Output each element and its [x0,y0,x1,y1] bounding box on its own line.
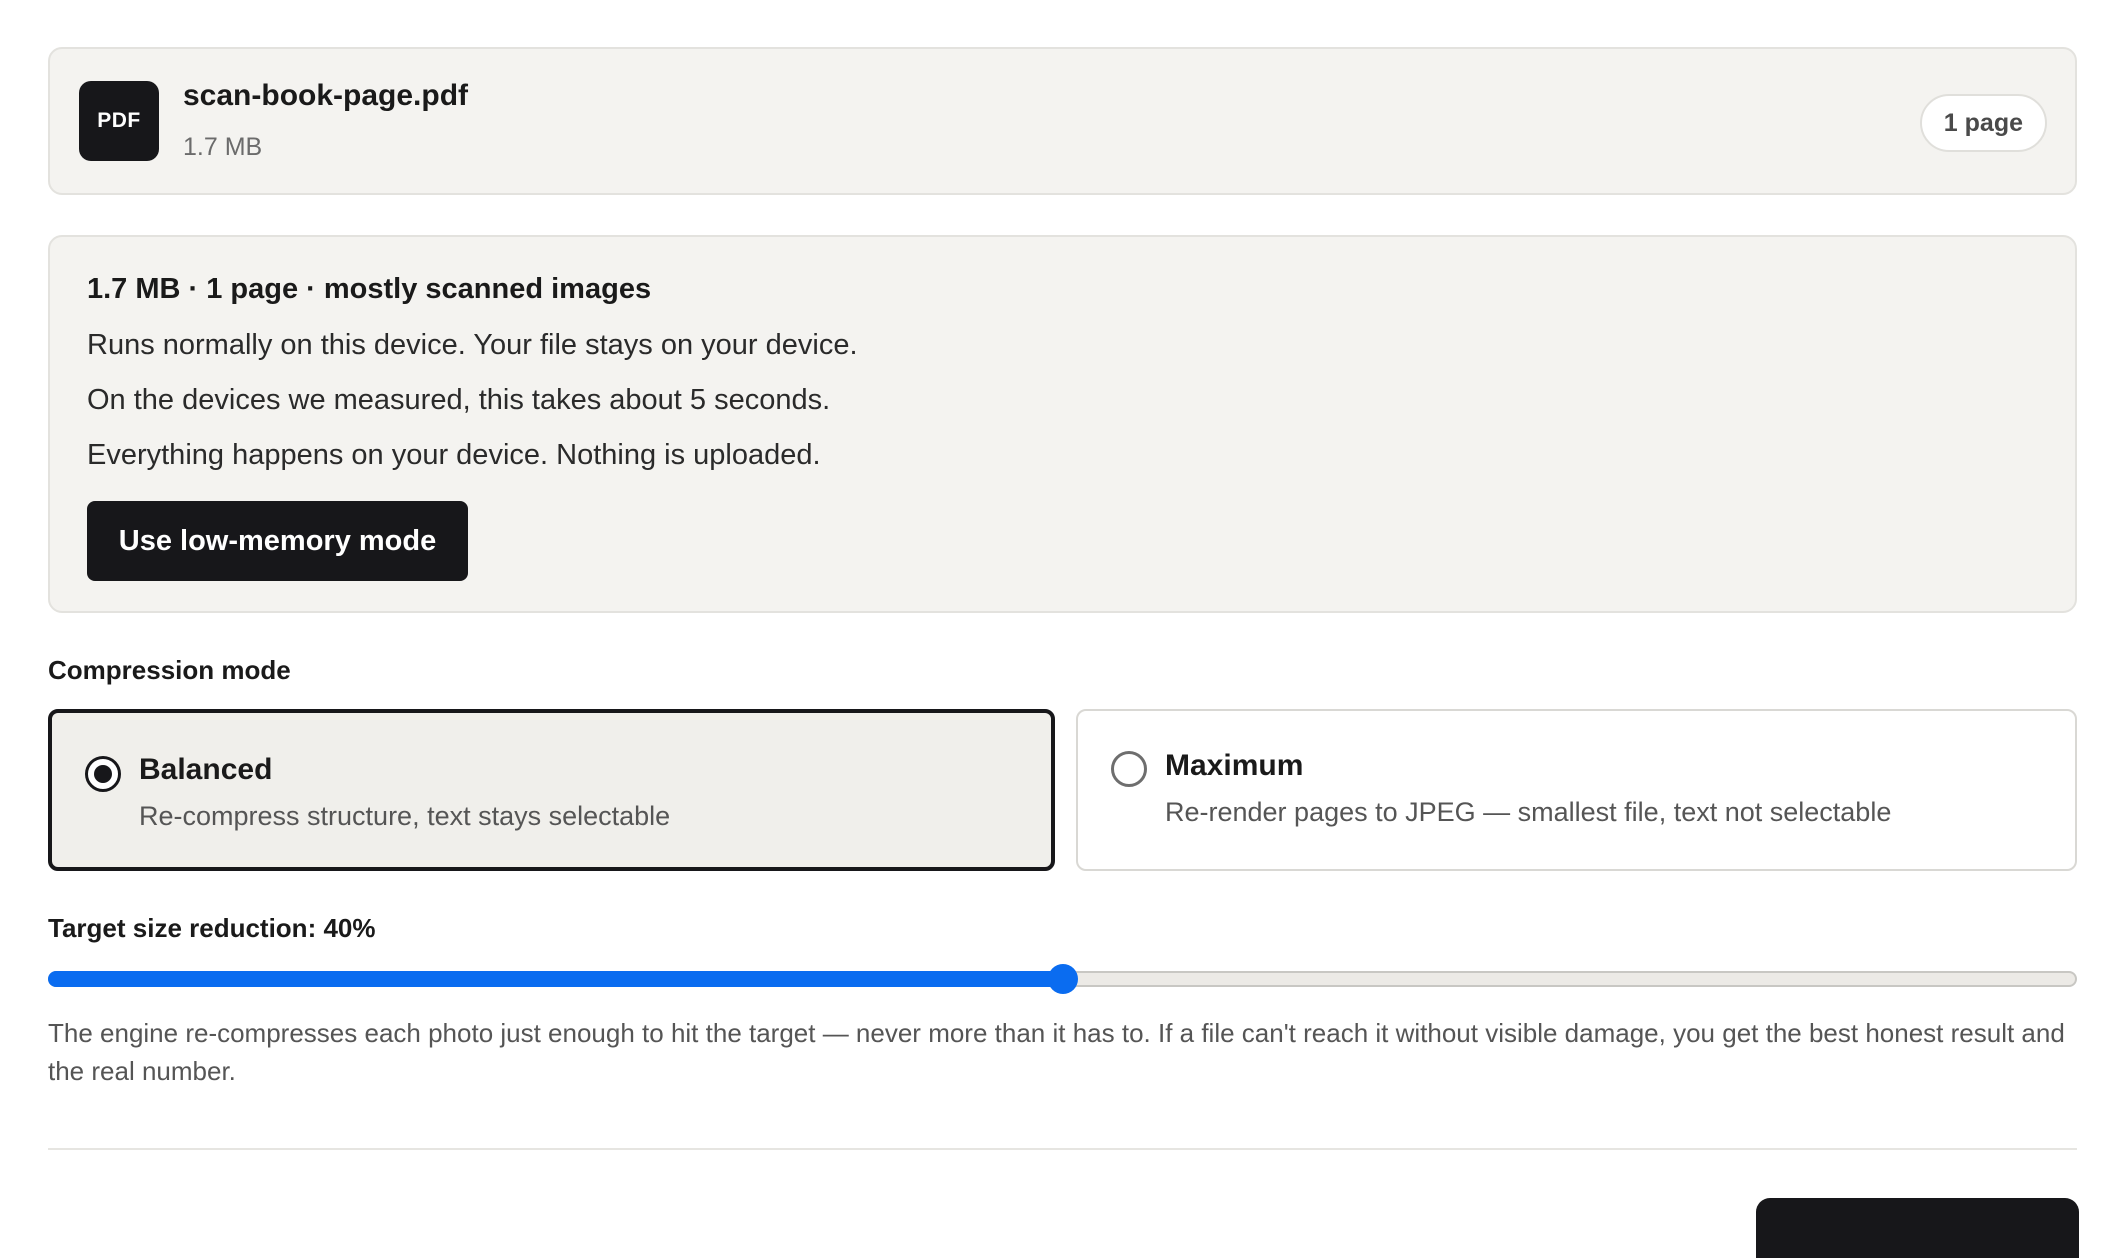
pdf-file-icon: PDF [79,81,159,161]
time-estimate-text: On the devices we measured, this takes a… [87,384,831,416]
compression-mode-label: Compression mode [48,655,291,685]
divider [48,1148,2077,1150]
mode-option-title: Maximum [1165,749,1304,782]
page-count-badge: 1 page [1919,94,2047,152]
mode-option-balanced[interactable]: Balanced Re-compress structure, text sta… [48,709,1055,871]
file-size: 1.7 MB [183,133,263,161]
slider-thumb[interactable] [1047,964,1078,994]
radio-selected-icon[interactable] [85,756,121,792]
mode-option-description: Re-render pages to JPEG — smallest file,… [1165,797,1892,827]
primary-action-button[interactable] [1756,1198,2079,1258]
analysis-card: 1.7 MB · 1 page · mostly scanned images … [48,235,2077,613]
slider-fill [48,971,1063,987]
mode-option-title: Balanced [139,753,273,786]
target-reduction-label: Target size reduction: 40% [48,913,376,943]
radio-unselected-icon[interactable] [1111,751,1147,787]
mode-option-maximum[interactable]: Maximum Re-render pages to JPEG — smalle… [1076,709,2077,871]
analysis-summary: 1.7 MB · 1 page · mostly scanned images [87,273,652,305]
target-reduction-slider[interactable] [48,964,2077,994]
mode-option-description: Re-compress structure, text stays select… [139,801,671,831]
device-status-text: Runs normally on this device. Your file … [87,329,858,361]
target-explanation: The engine re-compresses each photo just… [48,1018,2065,1086]
file-name: scan-book-page.pdf [183,79,469,112]
privacy-note-text: Everything happens on your device. Nothi… [87,439,821,471]
low-memory-mode-button[interactable]: Use low-memory mode [87,501,468,581]
file-card: PDF scan-book-page.pdf 1.7 MB 1 page [48,47,2077,195]
